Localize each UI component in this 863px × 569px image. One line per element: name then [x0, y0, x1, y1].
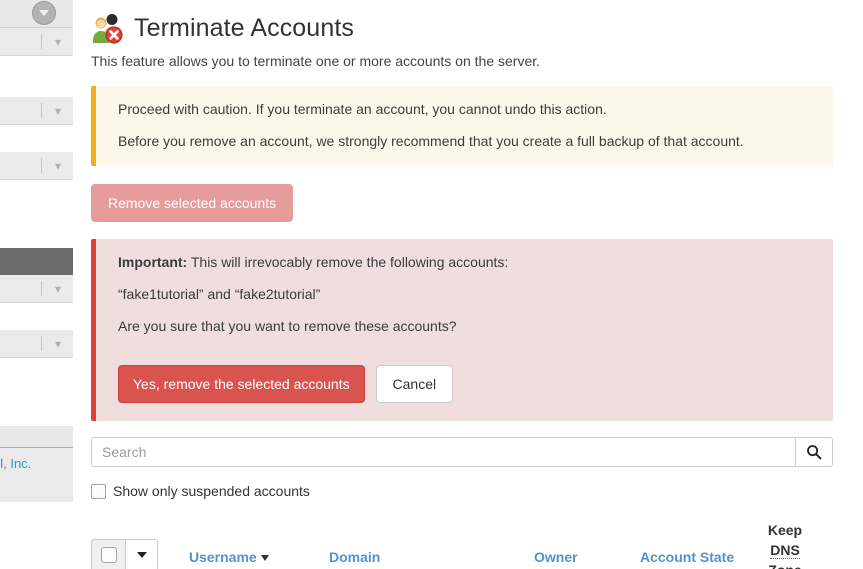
warning-line-1: Proceed with caution. If you terminate a… — [118, 101, 607, 117]
sidebar-footer: Copyright© 2017 cPanel, Inc. Trademarks — [0, 448, 73, 502]
column-header-owner[interactable]: Owner — [534, 549, 578, 565]
chevron-down-icon: ▾ — [54, 158, 62, 173]
sidebar-spacer — [0, 358, 73, 385]
confirm-removal-alert: Important: This will irrevocably remove … — [91, 239, 833, 421]
sidebar-group-label: SQL Services — [0, 158, 41, 173]
sidebar-group-backup[interactable]: Backup ▾ — [0, 97, 73, 125]
sidebar-spacer — [0, 385, 73, 412]
search-button[interactable] — [795, 437, 833, 467]
accounts-line: “fake1tutorial” and “fake2tutorial” — [118, 286, 321, 302]
sidebar-group-support[interactable]: Support ▾ — [0, 275, 73, 303]
warning-line-2: Before you remove an account, we strongl… — [118, 133, 744, 149]
circle-chevron-down-icon[interactable] — [32, 1, 56, 25]
chevron-down-icon: ▾ — [54, 336, 62, 351]
divider — [41, 336, 42, 351]
divider — [41, 34, 42, 49]
accounts-table-header: Username Domain Owner Account State Keep… — [91, 516, 833, 569]
sidebar-footer-divider — [0, 426, 73, 448]
copyright-link[interactable]: Copyright© 2017 cPanel, Inc. — [0, 454, 65, 474]
divider — [41, 281, 42, 296]
page-header: Terminate Accounts — [91, 0, 833, 44]
sidebar-group-extra[interactable]: ▾ — [0, 330, 73, 358]
confirm-actions: Yes, remove the selected accounts Cancel — [118, 349, 815, 403]
terminate-accounts-page: Transfers ▾ Transfer Multiple Backup ▾ C… — [0, 0, 863, 569]
show-suspended-row[interactable]: Show only suspended accounts — [91, 483, 833, 499]
confirm-question: Are you sure that you want to remove the… — [118, 318, 457, 334]
column-header-account-state[interactable]: Account State — [640, 549, 734, 565]
sidebar-gap — [0, 207, 73, 221]
search-input[interactable] — [91, 437, 795, 467]
show-suspended-label: Show only suspended accounts — [113, 483, 310, 499]
sidebar-gap — [0, 83, 73, 97]
warning-alert: Proceed with caution. If you terminate a… — [91, 86, 833, 166]
column-label: Username — [189, 549, 257, 565]
chevron-down-icon: ▾ — [54, 34, 62, 49]
sidebar-group-label: Transfers — [0, 34, 41, 49]
keep-dns-zone-line3: Zone — [761, 560, 809, 569]
sidebar-spacer — [0, 303, 73, 330]
sidebar-item-transfer-multiple[interactable]: Transfer Multiple — [0, 56, 73, 83]
page-description: This feature allows you to terminate one… — [91, 53, 541, 69]
search-icon — [807, 445, 822, 460]
column-header-username[interactable]: Username — [189, 549, 269, 565]
sidebar-item-change-ip[interactable]: Change IP — [0, 180, 73, 207]
trademarks-link[interactable]: Trademarks — [0, 474, 65, 494]
confirm-remove-button[interactable]: Yes, remove the selected accounts — [118, 365, 365, 403]
show-suspended-checkbox[interactable] — [91, 483, 106, 499]
search-row — [91, 437, 833, 467]
select-all-group — [91, 539, 158, 569]
sort-desc-icon — [260, 555, 269, 562]
divider — [41, 158, 42, 173]
terminate-accounts-icon — [93, 14, 123, 44]
important-label: Important: — [118, 254, 188, 270]
sidebar-gap — [0, 412, 73, 426]
column-header-domain[interactable]: Domain — [329, 549, 380, 565]
important-text: This will irrevocably remove the followi… — [187, 254, 509, 270]
sidebar-collapse-row — [0, 0, 73, 28]
main-content: Terminate Accounts This feature allows y… — [73, 0, 863, 569]
select-all-checkbox[interactable] — [91, 539, 126, 569]
divider — [41, 103, 42, 118]
important-line: Important: This will irrevocably remove … — [118, 253, 815, 271]
sidebar-item-terminate-accounts[interactable]: Terminate Accounts — [0, 248, 73, 275]
sidebar-group-transfers[interactable]: Transfers ▾ — [0, 28, 73, 56]
sidebar-group-label: Support — [0, 281, 41, 296]
sidebar-item-configure-backups[interactable]: Configure Backups — [0, 125, 73, 152]
chevron-down-icon: ▾ — [54, 103, 62, 118]
select-menu-button[interactable] — [126, 539, 158, 569]
column-header-keep-dns-zone: Keep DNS Zone — [761, 520, 809, 569]
keep-dns-zone-line2: DNS — [770, 542, 800, 559]
sidebar: Transfers ▾ Transfer Multiple Backup ▾ C… — [0, 0, 73, 569]
checkbox-icon — [100, 547, 117, 563]
cancel-button[interactable]: Cancel — [375, 365, 454, 403]
sidebar-item-manage-accounts[interactable]: Manage Accounts — [0, 221, 73, 248]
page-title: Terminate Accounts — [134, 13, 354, 42]
keep-dns-zone-line1: Keep — [767, 522, 803, 538]
chevron-down-icon: ▾ — [54, 281, 62, 296]
remove-selected-accounts-button[interactable]: Remove selected accounts — [91, 184, 294, 222]
caret-down-icon — [136, 552, 147, 558]
sidebar-group-label: Backup — [0, 103, 41, 118]
sidebar-group-sql-services[interactable]: SQL Services ▾ — [0, 152, 73, 180]
